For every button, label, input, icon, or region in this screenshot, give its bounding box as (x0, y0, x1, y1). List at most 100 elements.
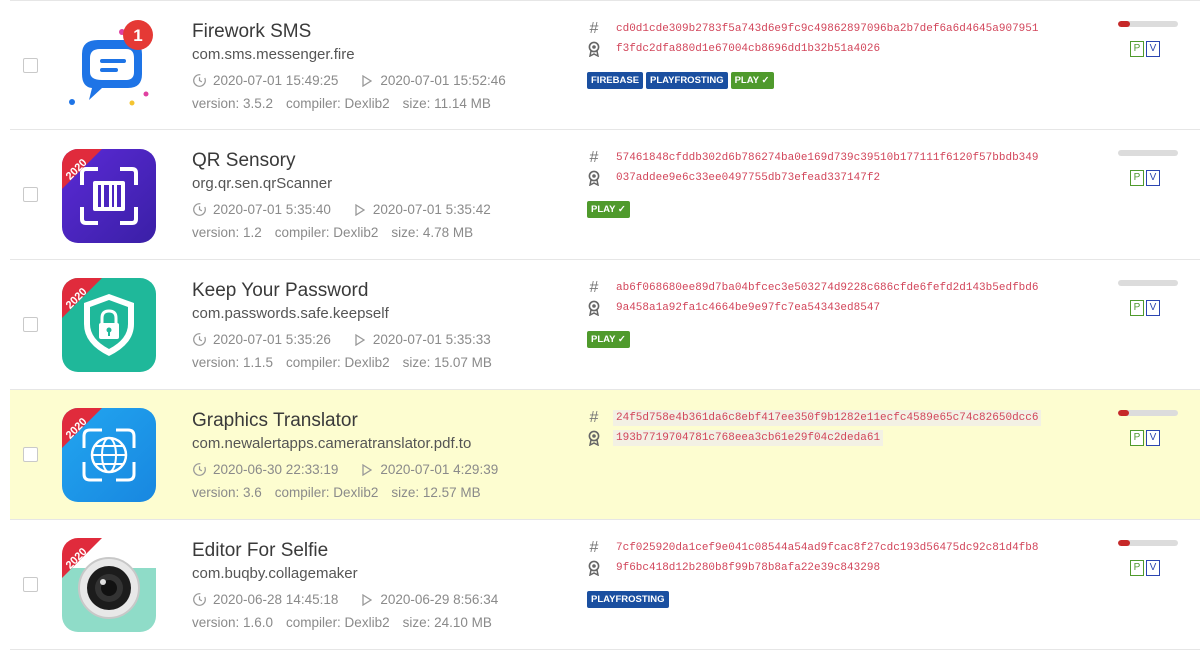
dates: 2020-06-30 22:33:19 2020-07-01 4:29:39 (192, 462, 498, 477)
package-name: com.passwords.safe.keepself (192, 305, 389, 322)
sha256-hash[interactable]: 7cf025920da1cef9e041c08544a54ad9fcac8f27… (613, 540, 1041, 556)
v-button[interactable]: V (1146, 41, 1160, 57)
app-title[interactable]: Editor For Selfie (192, 540, 328, 562)
version: version: 3.6 (192, 485, 262, 500)
risk-bar (1118, 280, 1178, 286)
row-checkbox[interactable] (23, 58, 38, 73)
row-checkbox[interactable] (23, 317, 38, 332)
tag-playfrosting[interactable]: PLAYFROSTING (646, 72, 728, 89)
version: version: 1.6.0 (192, 615, 274, 630)
tag-play[interactable]: PLAY ✓ (587, 201, 630, 218)
app-row-qr-sensory[interactable]: 2020 QR Sensory org.qr.sen.qrScanner 202… (10, 130, 1200, 260)
tag-firebase[interactable]: FIREBASE (587, 72, 644, 89)
pv-buttons: P V (1130, 300, 1160, 316)
app-row-firework-sms[interactable]: 1 Firework SMS com.sms.messenger.fire 20… (10, 0, 1200, 130)
app-icon-firework-sms[interactable]: 1 (62, 18, 156, 112)
package-name: org.qr.sen.qrScanner (192, 175, 333, 192)
v-button[interactable]: V (1146, 430, 1160, 446)
p-button[interactable]: P (1130, 430, 1144, 446)
app-meta: version: 1.2 compiler: Dexlib2 size: 4.78 … (192, 225, 486, 240)
app-meta: version: 3.6 compiler: Dexlib2 size: 12.57… (192, 485, 494, 500)
pv-buttons: P V (1130, 560, 1160, 576)
compiler: compiler: Dexlib2 (274, 485, 379, 500)
history-clock-icon (193, 333, 206, 346)
app-icon-graphics-translator[interactable]: 2020 (62, 408, 156, 502)
notification-badge: 1 (133, 26, 142, 45)
risk-bar-fill (1118, 21, 1130, 27)
shield-lock-icon: 2020 (62, 278, 156, 372)
row-checkbox[interactable] (23, 187, 38, 202)
certificate-ribbon-icon (588, 170, 600, 186)
app-icon-qr-sensory[interactable]: 2020 (62, 149, 156, 243)
certificate-row: 9f6bc418d12b280b8f99b78b8afa22e39c843298 (587, 560, 883, 576)
app-title[interactable]: Keep Your Password (192, 280, 368, 302)
compiler: compiler: Dexlib2 (286, 355, 390, 370)
risk-bar (1118, 150, 1178, 156)
file-size: size: 15.07 MB (402, 355, 492, 370)
risk-bar (1118, 21, 1178, 27)
app-icon-keep-your-password[interactable]: 2020 (62, 278, 156, 372)
app-row-editor-for-selfie[interactable]: 2020 Editor For Selfie com.buqby.collage… (10, 520, 1200, 650)
version: version: 1.2 (192, 225, 262, 240)
certificate-row: 193b7719704781c768eea3cb61e29f04c2deda61 (587, 430, 884, 446)
app-row-keep-your-password[interactable]: 2020 Keep Your Password com.passwords.sa… (10, 260, 1200, 390)
app-meta: version: 3.5.2 compiler: Dexlib2 size: 11.… (192, 96, 504, 111)
app-title[interactable]: Graphics Translator (192, 410, 358, 432)
hash-icon: # (589, 409, 599, 426)
p-button[interactable]: P (1130, 560, 1144, 576)
file-size: size: 24.10 MB (402, 615, 492, 630)
p-button[interactable]: P (1130, 41, 1144, 57)
sha256-hash[interactable]: 57461848cfddb302d6b786274ba0e169d739c395… (613, 150, 1041, 166)
tag-play[interactable]: PLAY ✓ (730, 72, 774, 89)
certificate-row: f3fdc2dfa880d1e67004cb8696dd1b32b51a4026 (587, 41, 883, 57)
app-title[interactable]: Firework SMS (192, 21, 311, 43)
play-triangle-icon (355, 333, 365, 346)
v-button[interactable]: V (1146, 300, 1160, 316)
certificate-hash[interactable]: 9f6bc418d12b280b8f99b78b8afa22e39c843298 (613, 560, 883, 576)
tag-play[interactable]: PLAY ✓ (587, 331, 630, 348)
app-row-graphics-translator[interactable]: 2020 Graphics Translator com.newalertapp… (10, 390, 1200, 520)
history-clock-icon (193, 74, 206, 87)
pv-buttons: P V (1130, 430, 1160, 446)
compiler: compiler: Dexlib2 (286, 96, 390, 111)
row-checkbox[interactable] (23, 577, 38, 592)
dates: 2020-07-01 5:35:26 2020-07-01 5:35:33 (192, 332, 491, 347)
sha256-row: # 57461848cfddb302d6b786274ba0e169d739c3… (587, 149, 1041, 167)
history-clock-icon (193, 593, 206, 606)
version: version: 3.5.2 (192, 96, 274, 111)
history-clock-icon (193, 463, 206, 476)
first-seen-date: 2020-06-28 14:45:18 (213, 592, 339, 607)
certificate-hash[interactable]: f3fdc2dfa880d1e67004cb8696dd1b32b51a4026 (613, 41, 883, 57)
v-button[interactable]: V (1146, 170, 1160, 186)
hash-icon: # (589, 279, 599, 296)
pv-buttons: P V (1130, 170, 1160, 186)
sha256-hash[interactable]: ab6f068680ee89d7ba04bfcec3e503274d9228c6… (613, 280, 1041, 296)
sha256-hash[interactable]: 24f5d758e4b361da6c8ebf417ee350f9b1282e11… (613, 410, 1042, 426)
tag-playfrosting[interactable]: PLAYFROSTING (587, 591, 669, 608)
tag-list: PLAY ✓ (587, 331, 630, 348)
app-title[interactable]: QR Sensory (192, 150, 295, 172)
barcode-scanner-icon: 2020 (62, 149, 156, 243)
p-button[interactable]: P (1130, 170, 1144, 186)
first-seen-date: 2020-07-01 15:49:25 (213, 73, 339, 88)
risk-bar (1118, 410, 1178, 416)
sha256-hash[interactable]: cd0d1cde309b2783f5a743d6e9fc9c4986289709… (613, 21, 1041, 37)
row-checkbox[interactable] (23, 447, 38, 462)
compiler: compiler: Dexlib2 (286, 615, 390, 630)
certificate-hash[interactable]: 037addee9e6c33ee0497755db73efead337147f2 (613, 170, 883, 186)
package-name: com.buqby.collagemaker (192, 565, 358, 582)
risk-bar-fill (1118, 410, 1129, 416)
first-seen-date: 2020-07-01 5:35:26 (213, 332, 331, 347)
v-button[interactable]: V (1146, 560, 1160, 576)
globe-icon: 2020 (62, 408, 156, 502)
certificate-hash[interactable]: 9a458a1a92fa1c4664be9e97fc7ea54343ed8547 (613, 300, 883, 316)
app-meta: version: 1.6.0 compiler: Dexlib2 size: 24.… (192, 615, 505, 630)
app-meta: version: 1.1.5 compiler: Dexlib2 size: 15.… (192, 355, 505, 370)
file-size: size: 12.57 MB (391, 485, 481, 500)
play-triangle-icon (362, 463, 373, 476)
camera-lens-icon: 2020 (62, 538, 156, 632)
p-button[interactable]: P (1130, 300, 1144, 316)
app-icon-editor-for-selfie[interactable]: 2020 (62, 538, 156, 632)
certificate-hash[interactable]: 193b7719704781c768eea3cb61e29f04c2deda61 (613, 430, 884, 446)
dates: 2020-07-01 15:49:25 2020-07-01 15:52:46 (192, 73, 506, 88)
